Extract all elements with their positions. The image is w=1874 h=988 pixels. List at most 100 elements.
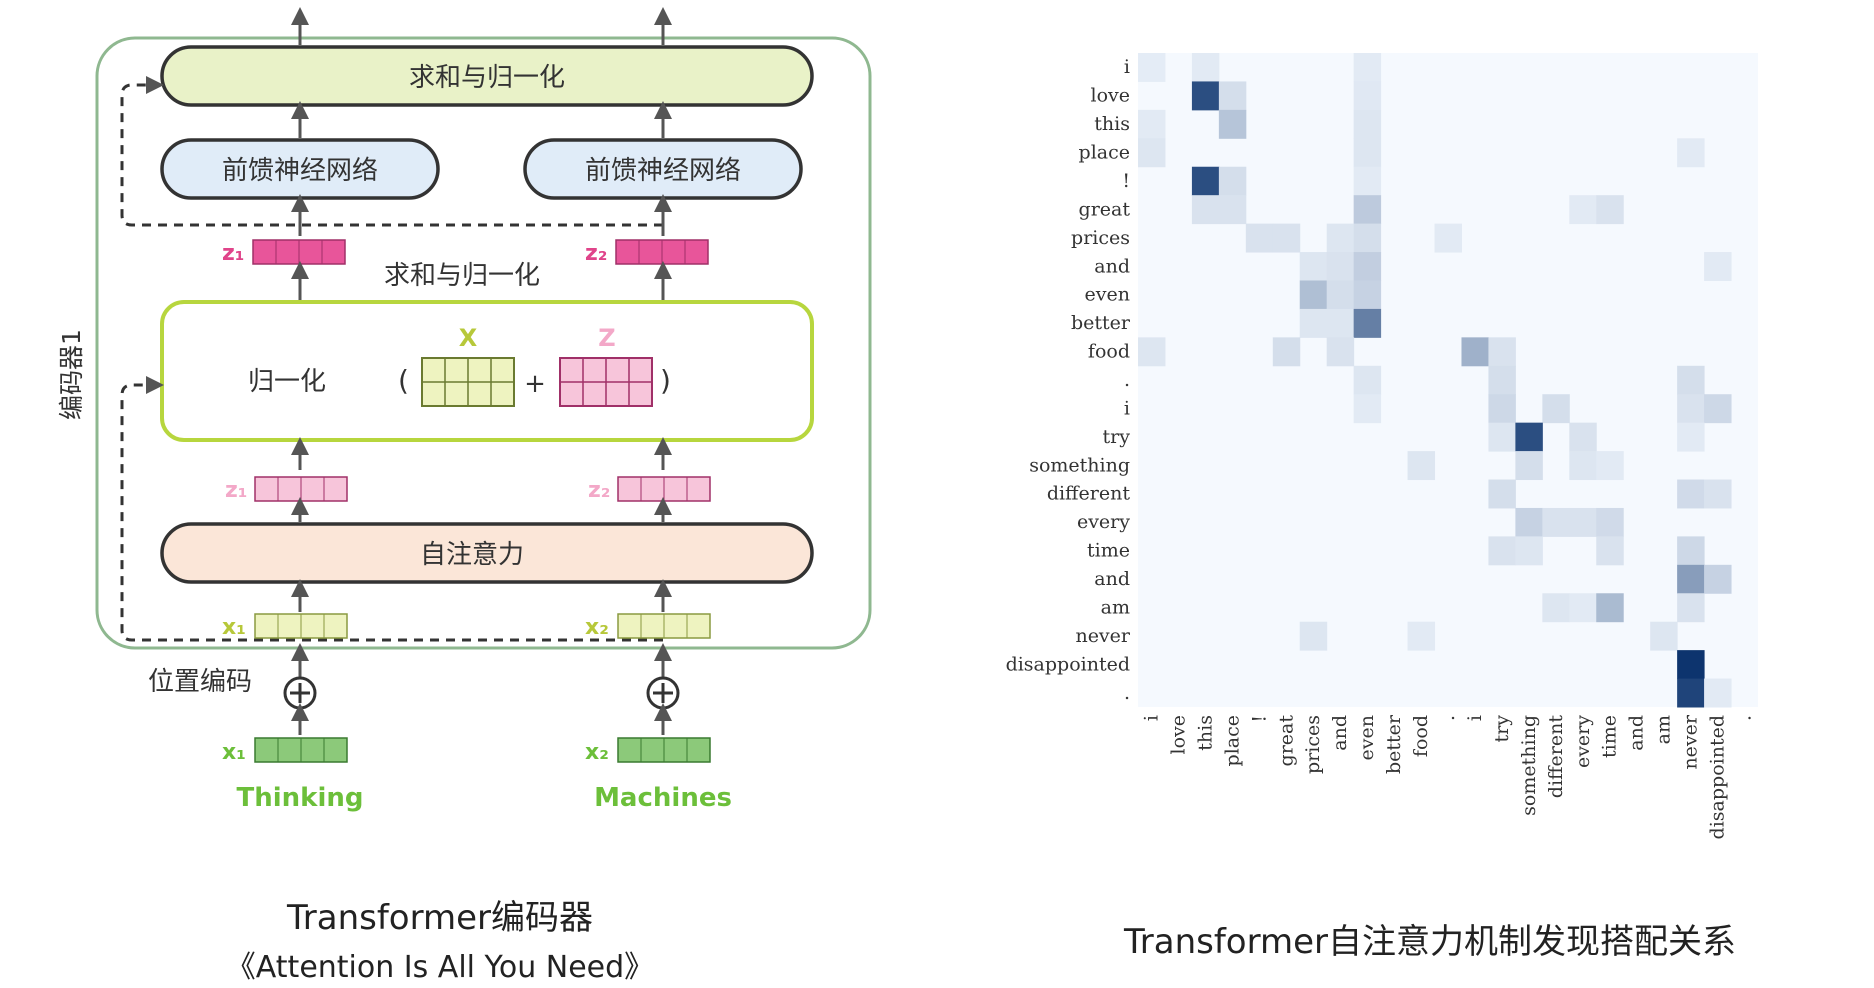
left-caption-title: Transformer编码器: [286, 898, 594, 938]
heatmap-cell: [1677, 138, 1705, 168]
z2-light-label: z₂: [588, 478, 610, 503]
heatmap-cell: [1569, 507, 1597, 537]
heatmap-col-label: try: [1491, 715, 1513, 743]
x2-input-label: x₂: [585, 740, 609, 765]
heatmap-cell: [1488, 337, 1516, 367]
z2-light-vector: [617, 476, 711, 502]
heatmap-cell: [1218, 195, 1247, 225]
heatmap-col-label: .: [1437, 715, 1459, 721]
heatmap-cell: [1353, 195, 1382, 225]
heatmap-cell: [1596, 507, 1624, 537]
heatmap-cell: [1461, 337, 1489, 367]
heatmap-col-label: and: [1626, 715, 1648, 751]
heatmap-cell: [1596, 451, 1624, 481]
heatmap-row-label: love: [1091, 85, 1131, 107]
heatmap-cell: [1569, 422, 1597, 452]
ffn-left-label: 前馈神经网络: [222, 156, 378, 186]
heatmap-cell: [1677, 365, 1705, 395]
heatmap-row-label: disappointed: [1006, 653, 1130, 675]
heatmap-cell: [1488, 479, 1516, 509]
heatmap-cell: [1677, 394, 1705, 424]
heatmap-row-label: food: [1088, 341, 1130, 363]
heatmap-cell: [1138, 337, 1166, 367]
heatmap-cell: [1353, 365, 1382, 395]
z2-vector: [615, 239, 709, 265]
heatmap-cell: [1138, 138, 1166, 168]
left-caption-subtitle: 《Attention Is All You Need》: [225, 950, 655, 985]
heatmap-row-label: prices: [1071, 227, 1130, 249]
heatmap-cell: [1218, 81, 1247, 111]
heatmap-row-label: different: [1047, 483, 1131, 505]
heatmap-cell: [1326, 252, 1355, 281]
heatmap-col-label: every: [1572, 715, 1594, 768]
heatmap-col-label: i: [1140, 715, 1162, 721]
heatmap-cell: [1677, 564, 1705, 594]
heatmap-col-label: am: [1653, 715, 1675, 744]
x2-label: x₂: [585, 615, 609, 640]
heatmap-col-label: better: [1383, 714, 1405, 774]
heatmap-cell: [1488, 365, 1516, 395]
heatmap-cell: [1191, 195, 1220, 225]
heatmap-cell: [1218, 166, 1247, 196]
heatmap-cell: [1299, 308, 1328, 338]
heatmap-col-label: time: [1599, 715, 1621, 758]
x2-vector: [617, 613, 711, 639]
word-machines: Machines: [594, 783, 732, 813]
plus-circle-icon: [646, 676, 680, 710]
heatmap-cell: [1569, 195, 1597, 225]
heatmap-col-labels: i love this place! great prices and even better f…: [1140, 714, 1755, 839]
heatmap-cell: [1353, 109, 1382, 139]
heatmap-row-label: better: [1071, 312, 1131, 334]
heatmap-col-label: and: [1329, 715, 1351, 751]
norm-label: 归一化: [248, 367, 326, 397]
z1-light-label: z₁: [225, 478, 247, 503]
top-sum-norm-label: 求和与归一化: [409, 63, 565, 93]
heatmap-cell: [1677, 593, 1705, 623]
heatmap-cell: [1299, 252, 1328, 281]
heatmap-row-label: try: [1103, 426, 1131, 448]
heatmap-col-label: place: [1221, 715, 1243, 766]
heatmap-cell: [1353, 308, 1382, 338]
heatmap-cell: [1677, 479, 1705, 509]
heatmap-col-label: great: [1275, 715, 1297, 767]
heatmap-background: [1138, 53, 1758, 707]
heatmap-cell: [1407, 451, 1436, 481]
heatmap-cell: [1515, 451, 1543, 481]
heatmap-cell: [1299, 621, 1328, 651]
heatmap-cell: [1272, 337, 1301, 367]
plus-circle-icon: [283, 676, 317, 710]
heatmap-cell: [1596, 536, 1624, 566]
encoder-side-label: 编码器1: [57, 329, 86, 420]
heatmap-cell: [1353, 223, 1382, 253]
heatmap-cell: [1353, 252, 1382, 281]
heatmap-cell: [1218, 109, 1247, 139]
heatmap-cell: [1326, 280, 1355, 310]
heatmap-row-label: i: [1124, 397, 1130, 419]
heatmap-cell: [1677, 678, 1705, 708]
heatmap-cell: [1353, 53, 1382, 82]
heatmap-cell: [1677, 422, 1705, 452]
heatmap-cell: [1353, 394, 1382, 424]
x1-label: x₁: [222, 615, 246, 640]
x-matrix: [421, 357, 515, 407]
heatmap-row-label: time: [1087, 540, 1130, 562]
heatmap-col-label: disappointed: [1707, 715, 1729, 839]
heatmap-cell: [1353, 166, 1382, 196]
x2-input-vector: [617, 737, 711, 763]
heatmap-row-label: i: [1124, 56, 1130, 78]
heatmap-cell: [1326, 223, 1355, 253]
heatmap-cell: [1596, 593, 1624, 623]
z1-light-vector: [254, 476, 348, 502]
heatmap-cell: [1138, 109, 1166, 139]
heatmap-cell: [1704, 678, 1732, 708]
heatmap-cell: [1326, 308, 1355, 338]
heatmap-cell: [1650, 621, 1678, 651]
plus-sign: +: [524, 369, 546, 399]
heatmap-cell: [1677, 650, 1705, 680]
heatmap-row-label: .: [1124, 369, 1130, 391]
heatmap-row-label: am: [1101, 596, 1130, 618]
heatmap-col-label: prices: [1302, 715, 1324, 774]
heatmap-col-label: even: [1356, 715, 1378, 760]
heatmap-col-label: !: [1248, 715, 1270, 723]
encoder-diagram: 编码器1 求和与归一化 前馈神经网络 前馈神经网络 z₁ z₂ 求和与归一化 归…: [57, 7, 872, 813]
